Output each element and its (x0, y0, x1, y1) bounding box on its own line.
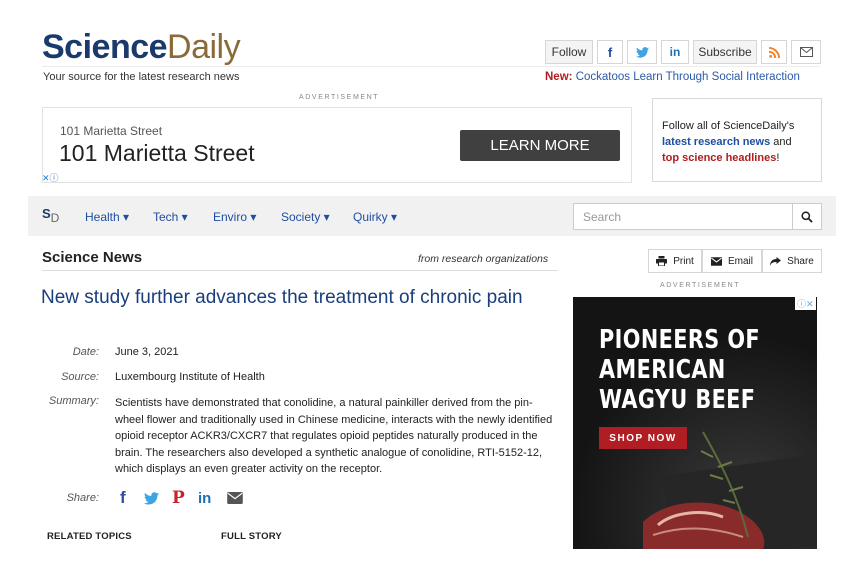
new-label: New: (545, 71, 573, 83)
summary-text: Scientists have demonstrated that conoli… (115, 397, 553, 475)
ad-big-text: 101 Marietta Street (59, 140, 255, 166)
email-label: Email (727, 255, 753, 267)
date-value: June 3, 2021 (115, 346, 179, 358)
related-topics-heading: RELATED TOPICS (47, 531, 132, 542)
follow-box-and: and (770, 136, 792, 148)
follow-button[interactable]: Follow (545, 40, 593, 64)
envelope-icon (710, 256, 722, 266)
nav-tech[interactable]: Tech ▾ (153, 210, 188, 224)
sd-home-icon[interactable]: SD (42, 206, 59, 225)
site-tagline: Your source for the latest research news (43, 71, 240, 83)
top-headlines-link[interactable]: top science headlines (662, 152, 776, 164)
side-ad-headline: PIONEERS OF AMERICAN WAGYU BEEF (599, 325, 760, 415)
side-ad-line1: PIONEERS OF (599, 325, 761, 355)
adchoices-icon[interactable]: ✕ⓘ (42, 171, 59, 184)
print-label: Print (673, 255, 694, 267)
nav-society[interactable]: Society ▾ (281, 210, 330, 224)
nav-enviro[interactable]: Enviro ▾ (213, 210, 256, 224)
share-linkedin-icon[interactable]: in (198, 488, 211, 508)
side-ad-line2: AMERICAN (599, 355, 726, 385)
share-pinterest-icon[interactable]: P (172, 488, 185, 508)
share-label: Share: (66, 492, 99, 504)
logo-daily: Daily (167, 28, 241, 66)
linkedin-icon[interactable]: in (661, 40, 689, 64)
share-email-icon[interactable] (227, 488, 243, 508)
search-icon[interactable] (792, 203, 822, 230)
follow-box-line1: Follow all of ScienceDaily's (662, 120, 795, 132)
share-twitter-icon[interactable] (144, 488, 159, 508)
article-headline: New study further advances the treatment… (41, 287, 523, 308)
side-ad-label: ADVERTISEMENT (660, 282, 741, 289)
sd-d: D (50, 211, 60, 225)
print-button[interactable]: Print (648, 249, 702, 273)
ad-small-text: 101 Marietta Street (60, 124, 163, 138)
source-label: Source: (61, 371, 99, 383)
print-icon (656, 256, 668, 266)
section-title: Science News (42, 249, 143, 266)
sd-s: S (42, 206, 51, 221)
source-value: Luxembourg Institute of Health (115, 371, 265, 383)
logo-science: Science (42, 28, 168, 66)
follow-box-end: ! (776, 152, 780, 164)
rss-icon[interactable] (761, 40, 787, 64)
follow-promo-box: Follow all of ScienceDaily's latest rese… (652, 98, 822, 182)
ad-close-icon[interactable]: ⓘ✕ (795, 297, 816, 310)
share-label-btn: Share (787, 255, 814, 267)
new-headline-link[interactable]: Cockatoos Learn Through Social Interacti… (576, 71, 800, 83)
shop-now-button[interactable]: SHOP NOW (599, 427, 687, 449)
learn-more-button[interactable]: LEARN MORE (460, 130, 620, 161)
side-ad-line3: WAGYU BEEF (599, 385, 756, 415)
email-share-button[interactable]: Email (702, 249, 762, 273)
section-subtitle: from research organizations (418, 253, 549, 265)
email-icon[interactable] (791, 40, 821, 64)
nav-quirky[interactable]: Quirky ▾ (353, 210, 397, 224)
header-divider (42, 66, 820, 67)
date-label: Date: (72, 346, 99, 358)
nav-health[interactable]: Health ▾ (85, 210, 129, 224)
site-logo[interactable]: ScienceDaily (42, 28, 241, 66)
full-story-heading: FULL STORY (221, 531, 282, 542)
latest-news-link[interactable]: latest research news (662, 136, 770, 148)
share-arrow-icon (770, 256, 782, 266)
section-divider (42, 270, 558, 271)
share-facebook-icon[interactable]: f (120, 488, 130, 508)
new-headline[interactable]: New: Cockatoos Learn Through Social Inte… (545, 71, 800, 83)
summary-label: Summary: (48, 395, 99, 407)
share-button[interactable]: Share (762, 249, 822, 273)
facebook-icon[interactable]: f (597, 40, 623, 64)
twitter-icon[interactable] (627, 40, 657, 64)
search-input[interactable]: Search (573, 203, 793, 230)
subscribe-button[interactable]: Subscribe (693, 40, 757, 64)
ad-label: ADVERTISEMENT (299, 94, 380, 101)
